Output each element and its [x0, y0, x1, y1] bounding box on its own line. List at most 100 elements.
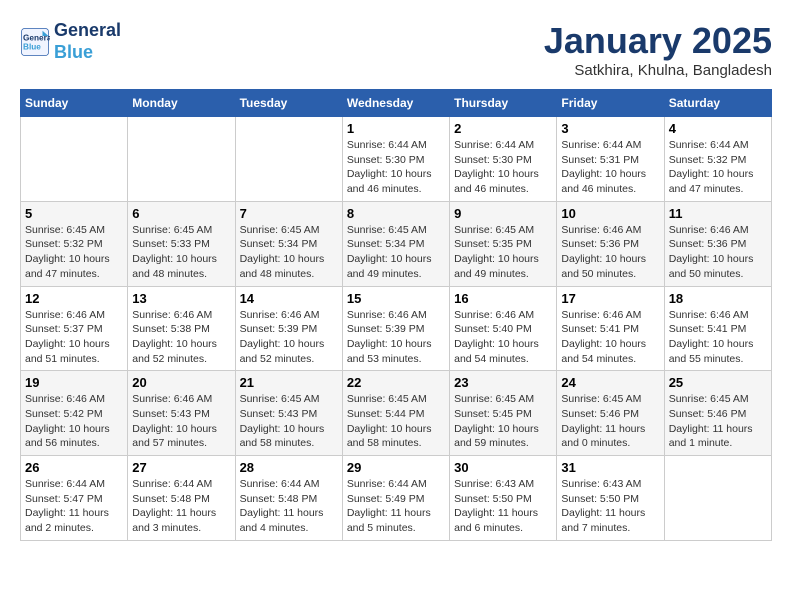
day-number: 1 [347, 121, 445, 136]
calendar-cell [664, 456, 771, 541]
day-info: Sunrise: 6:46 AM Sunset: 5:39 PM Dayligh… [347, 308, 445, 367]
day-info: Sunrise: 6:46 AM Sunset: 5:37 PM Dayligh… [25, 308, 123, 367]
day-number: 7 [240, 206, 338, 221]
day-number: 15 [347, 291, 445, 306]
calendar-cell: 7 Sunrise: 6:45 AM Sunset: 5:34 PM Daylig… [235, 201, 342, 286]
calendar-cell: 12 Sunrise: 6:46 AM Sunset: 5:37 PM Dayli… [21, 286, 128, 371]
page-header: General Blue General Blue January 2025 S… [20, 20, 772, 79]
calendar-cell: 10Sunrise: 6:46 AM Sunset: 5:36 PM Dayli… [557, 201, 664, 286]
day-info: Sunrise: 6:44 AM Sunset: 5:30 PM Dayligh… [347, 138, 445, 197]
day-number: 30 [454, 460, 552, 475]
day-info: Sunrise: 6:45 AM Sunset: 5:46 PM Dayligh… [561, 392, 659, 451]
day-info: Sunrise: 6:45 AM Sunset: 5:32 PM Dayligh… [25, 223, 123, 282]
day-number: 8 [347, 206, 445, 221]
calendar-cell: 30 Sunrise: 6:43 AM Sunset: 5:50 PM Dayli… [450, 456, 557, 541]
calendar-cell: 5 Sunrise: 6:45 AM Sunset: 5:32 PM Daylig… [21, 201, 128, 286]
day-info: Sunrise: 6:44 AM Sunset: 5:30 PM Dayligh… [454, 138, 552, 197]
day-info: Sunrise: 6:46 AM Sunset: 5:41 PM Dayligh… [561, 308, 659, 367]
day-number: 28 [240, 460, 338, 475]
calendar-cell: 16Sunrise: 6:46 AM Sunset: 5:40 PM Dayli… [450, 286, 557, 371]
week-row-4: 19 Sunrise: 6:46 AM Sunset: 5:42 PM Dayli… [21, 371, 772, 456]
day-info: Sunrise: 6:46 AM Sunset: 5:42 PM Dayligh… [25, 392, 123, 451]
day-number: 26 [25, 460, 123, 475]
day-number: 5 [25, 206, 123, 221]
calendar-cell [235, 117, 342, 202]
calendar-cell [21, 117, 128, 202]
logo: General Blue General Blue [20, 20, 121, 63]
day-number: 16 [454, 291, 552, 306]
week-row-5: 26 Sunrise: 6:44 AM Sunset: 5:47 PM Dayli… [21, 456, 772, 541]
day-info: Sunrise: 6:45 AM Sunset: 5:44 PM Dayligh… [347, 392, 445, 451]
day-info: Sunrise: 6:44 AM Sunset: 5:32 PM Dayligh… [669, 138, 767, 197]
day-number: 3 [561, 121, 659, 136]
day-header-saturday: Saturday [664, 90, 771, 117]
calendar-cell: 17 Sunrise: 6:46 AM Sunset: 5:41 PM Dayli… [557, 286, 664, 371]
day-number: 14 [240, 291, 338, 306]
calendar-cell: 27 Sunrise: 6:44 AM Sunset: 5:48 PM Dayli… [128, 456, 235, 541]
calendar-cell: 4 Sunrise: 6:44 AM Sunset: 5:32 PM Daylig… [664, 117, 771, 202]
day-number: 31 [561, 460, 659, 475]
day-info: Sunrise: 6:44 AM Sunset: 5:47 PM Dayligh… [25, 477, 123, 536]
calendar-cell: 3 Sunrise: 6:44 AM Sunset: 5:31 PM Daylig… [557, 117, 664, 202]
day-number: 20 [132, 375, 230, 390]
calendar-cell: 25 Sunrise: 6:45 AM Sunset: 5:46 PM Dayli… [664, 371, 771, 456]
day-number: 4 [669, 121, 767, 136]
day-number: 25 [669, 375, 767, 390]
day-number: 23 [454, 375, 552, 390]
day-info: Sunrise: 6:45 AM Sunset: 5:45 PM Dayligh… [454, 392, 552, 451]
day-info: Sunrise: 6:45 AM Sunset: 5:33 PM Dayligh… [132, 223, 230, 282]
calendar-cell: 11Sunrise: 6:46 AM Sunset: 5:36 PM Dayli… [664, 201, 771, 286]
location-subtitle: Satkhira, Khulna, Bangladesh [544, 62, 772, 79]
svg-text:Blue: Blue [23, 42, 41, 51]
calendar-cell: 8 Sunrise: 6:45 AM Sunset: 5:34 PM Daylig… [342, 201, 449, 286]
day-info: Sunrise: 6:44 AM Sunset: 5:48 PM Dayligh… [132, 477, 230, 536]
calendar-cell: 6 Sunrise: 6:45 AM Sunset: 5:33 PM Daylig… [128, 201, 235, 286]
logo-icon: General Blue [20, 27, 50, 57]
logo-text-line1: General [54, 20, 121, 42]
day-header-wednesday: Wednesday [342, 90, 449, 117]
calendar-cell: 18Sunrise: 6:46 AM Sunset: 5:41 PM Dayli… [664, 286, 771, 371]
day-header-tuesday: Tuesday [235, 90, 342, 117]
calendar-table: SundayMondayTuesdayWednesdayThursdayFrid… [20, 89, 772, 541]
day-number: 29 [347, 460, 445, 475]
header-row: SundayMondayTuesdayWednesdayThursdayFrid… [21, 90, 772, 117]
day-header-friday: Friday [557, 90, 664, 117]
day-number: 2 [454, 121, 552, 136]
day-info: Sunrise: 6:44 AM Sunset: 5:31 PM Dayligh… [561, 138, 659, 197]
day-number: 24 [561, 375, 659, 390]
day-info: Sunrise: 6:45 AM Sunset: 5:35 PM Dayligh… [454, 223, 552, 282]
day-info: Sunrise: 6:45 AM Sunset: 5:34 PM Dayligh… [347, 223, 445, 282]
calendar-cell: 29 Sunrise: 6:44 AM Sunset: 5:49 PM Dayli… [342, 456, 449, 541]
calendar-cell: 19 Sunrise: 6:46 AM Sunset: 5:42 PM Dayli… [21, 371, 128, 456]
week-row-3: 12 Sunrise: 6:46 AM Sunset: 5:37 PM Dayli… [21, 286, 772, 371]
day-number: 21 [240, 375, 338, 390]
calendar-cell: 23 Sunrise: 6:45 AM Sunset: 5:45 PM Dayli… [450, 371, 557, 456]
calendar-cell: 28 Sunrise: 6:44 AM Sunset: 5:48 PM Dayli… [235, 456, 342, 541]
day-number: 18 [669, 291, 767, 306]
day-info: Sunrise: 6:45 AM Sunset: 5:46 PM Dayligh… [669, 392, 767, 451]
logo-text-line2: Blue [54, 42, 121, 64]
calendar-cell: 2 Sunrise: 6:44 AM Sunset: 5:30 PM Daylig… [450, 117, 557, 202]
calendar-cell: 14Sunrise: 6:46 AM Sunset: 5:39 PM Dayli… [235, 286, 342, 371]
day-info: Sunrise: 6:44 AM Sunset: 5:49 PM Dayligh… [347, 477, 445, 536]
day-info: Sunrise: 6:45 AM Sunset: 5:43 PM Dayligh… [240, 392, 338, 451]
day-info: Sunrise: 6:43 AM Sunset: 5:50 PM Dayligh… [561, 477, 659, 536]
day-info: Sunrise: 6:45 AM Sunset: 5:34 PM Dayligh… [240, 223, 338, 282]
month-title: January 2025 [544, 20, 772, 62]
day-info: Sunrise: 6:43 AM Sunset: 5:50 PM Dayligh… [454, 477, 552, 536]
day-number: 17 [561, 291, 659, 306]
calendar-cell: 13Sunrise: 6:46 AM Sunset: 5:38 PM Dayli… [128, 286, 235, 371]
day-info: Sunrise: 6:46 AM Sunset: 5:38 PM Dayligh… [132, 308, 230, 367]
day-number: 6 [132, 206, 230, 221]
day-info: Sunrise: 6:46 AM Sunset: 5:43 PM Dayligh… [132, 392, 230, 451]
calendar-cell: 26 Sunrise: 6:44 AM Sunset: 5:47 PM Dayli… [21, 456, 128, 541]
day-header-monday: Monday [128, 90, 235, 117]
day-number: 9 [454, 206, 552, 221]
day-number: 12 [25, 291, 123, 306]
day-header-sunday: Sunday [21, 90, 128, 117]
day-info: Sunrise: 6:44 AM Sunset: 5:48 PM Dayligh… [240, 477, 338, 536]
day-number: 19 [25, 375, 123, 390]
day-number: 27 [132, 460, 230, 475]
calendar-cell: 15 Sunrise: 6:46 AM Sunset: 5:39 PM Dayli… [342, 286, 449, 371]
week-row-1: 1 Sunrise: 6:44 AM Sunset: 5:30 PM Daylig… [21, 117, 772, 202]
